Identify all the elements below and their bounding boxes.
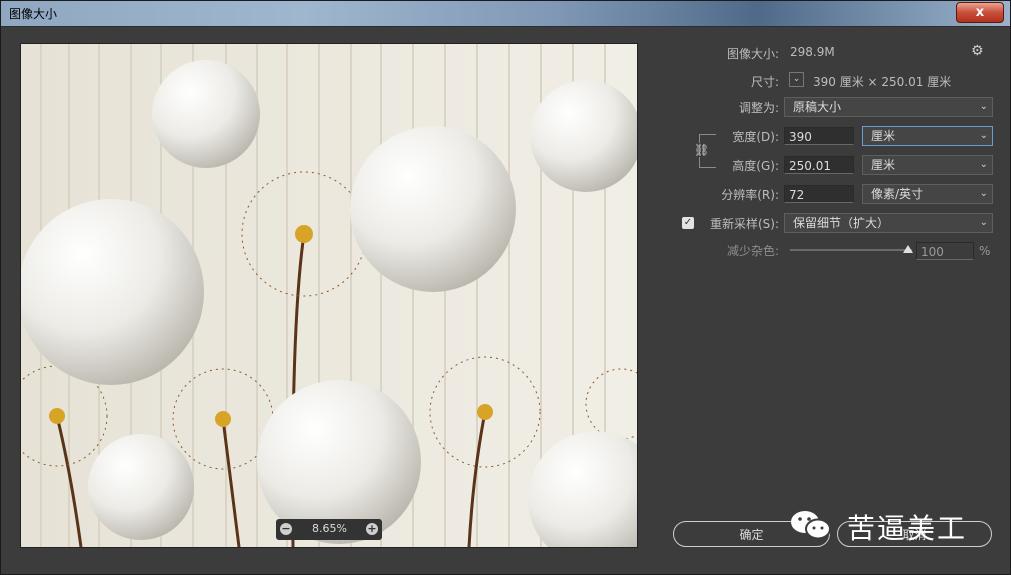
chevron-down-icon[interactable]: ⌄ (789, 72, 804, 87)
noise-slider-track[interactable] (790, 249, 912, 251)
resolution-label: 分辨率(R): (721, 188, 779, 202)
dimensions-label: 尺寸: (750, 75, 779, 89)
height-label: 高度(G): (732, 159, 779, 173)
plus-icon[interactable]: + (366, 523, 378, 535)
height-input[interactable]: 250.01 (784, 156, 854, 174)
resample-select[interactable]: 保留细节（扩大） ⌄ (784, 213, 993, 233)
chevron-down-icon: ⌄ (979, 101, 988, 112)
chevron-down-icon: ⌄ (979, 188, 988, 199)
preview-image (21, 44, 637, 547)
gear-icon[interactable]: ⚙ (971, 43, 984, 59)
width-unit-value: 厘米 (871, 129, 896, 143)
image-size-value: 298.9M (790, 45, 835, 59)
title-bar[interactable]: 图像大小 x (1, 1, 1010, 27)
noise-slider-thumb[interactable] (903, 245, 913, 253)
image-size-label: 图像大小: (726, 47, 779, 61)
minus-icon[interactable]: − (280, 523, 292, 535)
width-unit-select[interactable]: 厘米 ⌄ (862, 126, 993, 146)
fit-to-label: 调整为: (738, 101, 779, 115)
fit-to-select[interactable]: 原稿大小 ⌄ (784, 97, 993, 117)
close-button[interactable]: x (956, 2, 1004, 23)
watermark-text: 苦逼美工 (847, 512, 968, 545)
noise-input[interactable]: 100 (916, 242, 974, 260)
chevron-down-icon: ⌄ (979, 217, 988, 228)
width-input[interactable]: 390 (784, 127, 854, 145)
image-size-dialog: 图像大小 x − 8.65% + 图像大小: 298.9M ⚙ 尺寸: ⌄ 39… (0, 0, 1011, 575)
zoom-level: 8.65% (312, 522, 347, 535)
dimensions-value: 390 厘米 × 250.01 厘米 (813, 75, 952, 89)
width-label: 宽度(D): (732, 130, 779, 144)
zoom-control: − 8.65% + (276, 519, 382, 540)
fit-to-value: 原稿大小 (793, 100, 842, 114)
noise-label: 减少杂色: (726, 244, 779, 258)
watermark: 苦逼美工 (789, 501, 999, 551)
resolution-unit-value: 像素/英寸 (871, 187, 924, 201)
chevron-down-icon: ⌄ (979, 130, 988, 141)
height-unit-value: 厘米 (871, 158, 896, 172)
image-preview[interactable] (20, 43, 638, 548)
resolution-unit-select[interactable]: 像素/英寸 ⌄ (862, 184, 993, 204)
noise-unit: % (979, 244, 991, 258)
chevron-down-icon: ⌄ (979, 159, 988, 170)
resample-value: 保留细节（扩大） (793, 216, 890, 230)
resample-label: 重新采样(S): (709, 217, 779, 231)
height-unit-select[interactable]: 厘米 ⌄ (862, 155, 993, 175)
window-title: 图像大小 (9, 7, 58, 21)
wechat-icon (791, 511, 831, 540)
chain-link-icon[interactable]: ⛓ (694, 143, 709, 157)
resolution-input[interactable]: 72 (784, 185, 854, 203)
